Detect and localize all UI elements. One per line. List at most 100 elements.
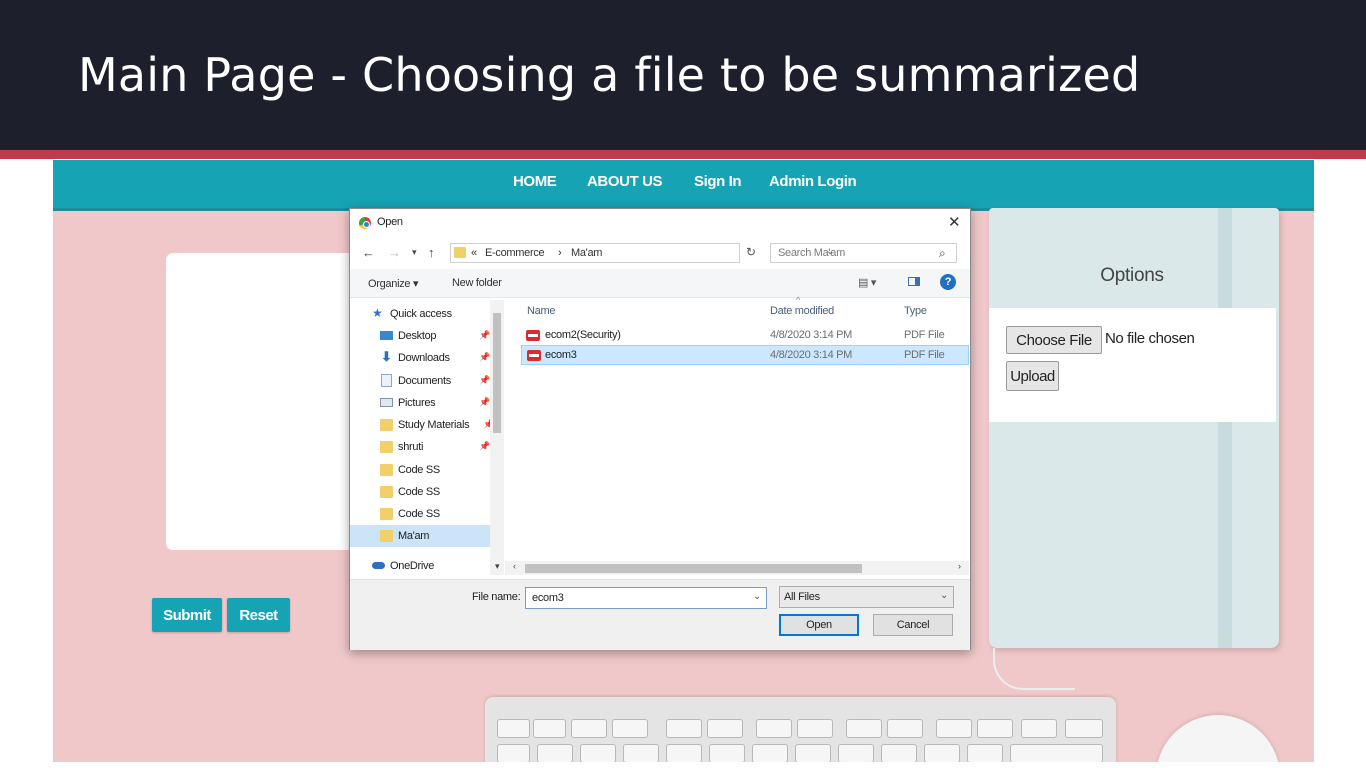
new-folder-button[interactable]: New folder — [452, 277, 502, 289]
organize-menu[interactable]: Organize ▾ — [368, 277, 419, 290]
refresh-icon[interactable]: ↻ — [746, 245, 756, 259]
upload-button[interactable]: Upload — [1006, 361, 1059, 391]
key — [752, 744, 788, 762]
key — [1065, 719, 1103, 738]
scroll-right-icon[interactable]: › — [958, 561, 961, 571]
breadcrumb-ecommerce[interactable]: E-commerce — [485, 247, 545, 259]
file-name-value: ecom3 — [532, 592, 564, 604]
tree-code-ss-1[interactable]: Code SS — [376, 459, 490, 481]
up-arrow-icon[interactable]: ↑ — [428, 245, 435, 260]
file-type-select[interactable]: All Files ⌄ — [779, 586, 954, 608]
key — [936, 719, 972, 738]
cancel-button[interactable]: Cancel — [873, 614, 953, 636]
preview-pane-icon[interactable] — [908, 277, 920, 286]
key — [1010, 744, 1103, 762]
folder-icon — [380, 441, 393, 453]
column-type[interactable]: Type — [904, 305, 927, 317]
key — [967, 744, 1003, 762]
column-date-modified[interactable]: Date modified — [770, 305, 834, 317]
tree-onedrive[interactable]: OneDrive — [370, 555, 484, 577]
close-icon[interactable]: ✕ — [948, 213, 961, 231]
nav-sign-in[interactable]: Sign In — [694, 173, 742, 190]
tree-label: Desktop — [398, 330, 437, 342]
keyboard-image — [485, 697, 1116, 762]
key — [838, 744, 874, 762]
pdf-icon — [526, 330, 540, 341]
file-name-input[interactable]: ecom3 ⌄ — [525, 587, 767, 609]
file-date: 4/8/2020 3:14 PM — [770, 349, 853, 361]
pdf-icon — [527, 350, 541, 361]
view-options-icon[interactable]: ▤ ▾ — [858, 276, 876, 289]
key — [756, 719, 792, 738]
pin-icon: 📌 — [479, 352, 490, 362]
pin-icon: 📌 — [479, 441, 490, 451]
forward-arrow-icon[interactable]: → — [388, 245, 401, 260]
open-button[interactable]: Open — [779, 614, 859, 636]
star-icon: ★ — [372, 306, 383, 320]
tree-documents[interactable]: Documents 📌 — [376, 370, 490, 392]
nav-about-us[interactable]: ABOUT US — [587, 173, 663, 190]
choose-file-button[interactable]: Choose File — [1006, 326, 1102, 354]
tree-quick-access[interactable]: ★ Quick access — [370, 303, 484, 325]
documents-icon — [381, 374, 392, 387]
chevron-down-icon[interactable]: ⌄ — [753, 591, 761, 602]
search-input[interactable]: Search Ma'am ⌕ — [770, 243, 957, 263]
options-title: Options — [1100, 265, 1164, 286]
key — [571, 719, 607, 738]
file-row[interactable]: ecom2(Security) 4/8/2020 3:14 PM PDF Fil… — [521, 326, 969, 346]
file-list: Name ^ Date modified Type ecom2(Security… — [511, 295, 969, 568]
submit-button[interactable]: Submit — [152, 598, 222, 632]
command-bar: Organize ▾ New folder ▤ ▾ ? — [350, 269, 970, 298]
key — [580, 744, 616, 762]
scroll-left-icon[interactable]: ‹ — [513, 561, 516, 571]
folder-icon — [454, 247, 466, 258]
breadcrumb-overflow[interactable]: « — [471, 247, 477, 259]
tree-label: Pictures — [398, 397, 436, 409]
horizontal-scroll-thumb[interactable] — [525, 564, 862, 573]
key — [1021, 719, 1057, 738]
text-panel — [166, 253, 366, 550]
key — [707, 719, 743, 738]
nav-home[interactable]: HOME — [513, 173, 557, 190]
key — [887, 719, 923, 738]
tree-study-materials[interactable]: Study Materials 📌 — [376, 414, 494, 436]
file-name: ecom2(Security) — [545, 329, 621, 341]
nav-admin-login[interactable]: Admin Login — [769, 173, 857, 190]
nav-scroll-thumb[interactable] — [493, 313, 501, 433]
tree-label: Downloads — [398, 352, 450, 364]
scroll-down-icon[interactable]: ▾ — [495, 561, 500, 572]
recent-dropdown-icon[interactable]: ▾ — [412, 247, 417, 258]
tree-label: Documents — [398, 375, 451, 387]
key — [709, 744, 745, 762]
key — [666, 719, 702, 738]
key — [666, 744, 702, 762]
key — [623, 744, 659, 762]
column-name[interactable]: Name — [527, 305, 555, 317]
desktop-icon — [380, 331, 393, 340]
file-row-selected[interactable]: ecom3 4/8/2020 3:14 PM PDF File — [521, 345, 969, 365]
breadcrumb-maam[interactable]: Ma'am — [571, 247, 602, 259]
tree-pictures[interactable]: Pictures 📌 — [376, 392, 490, 414]
pin-icon: 📌 — [479, 330, 490, 340]
key — [797, 719, 833, 738]
tree-label: Study Materials — [398, 419, 470, 431]
folder-icon — [380, 530, 393, 542]
tree-maam[interactable]: Ma'am — [350, 525, 490, 547]
tree-code-ss-2[interactable]: Code SS — [376, 481, 490, 503]
tree-shruti[interactable]: shruti 📌 — [376, 436, 490, 458]
file-name-label: File name: — [472, 591, 521, 603]
dialog-title: Open — [377, 216, 403, 228]
help-icon[interactable]: ? — [940, 274, 956, 290]
search-placeholder: Search Ma'am — [778, 247, 845, 259]
address-bar[interactable]: « E-commerce › Ma'am ⌄ — [450, 243, 834, 263]
back-arrow-icon[interactable]: ← — [362, 245, 375, 260]
key — [533, 719, 566, 738]
breadcrumb-separator: › — [558, 247, 562, 259]
accent-bar — [0, 150, 1366, 159]
tree-downloads[interactable]: ⬇ Downloads 📌 — [376, 347, 490, 369]
tree-code-ss-3[interactable]: Code SS — [376, 503, 490, 525]
chrome-icon — [359, 217, 371, 229]
tree-desktop[interactable]: Desktop 📌 — [376, 325, 490, 347]
reset-button[interactable]: Reset — [227, 598, 290, 632]
pictures-icon — [380, 398, 393, 407]
